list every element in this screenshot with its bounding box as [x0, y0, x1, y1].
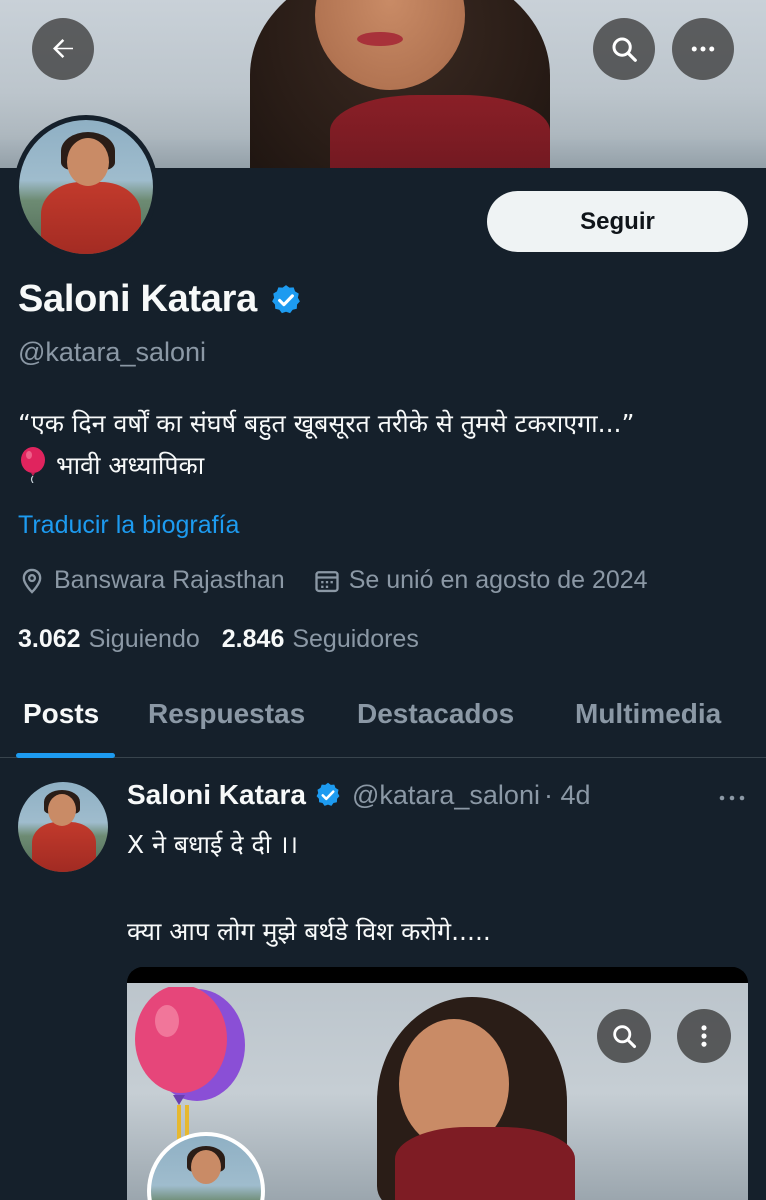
- bio-line-1: “एक दिन वर्षों का संघर्ष बहुत खूबसूरत तर…: [18, 409, 635, 438]
- following-label[interactable]: Siguiendo: [89, 625, 200, 654]
- location-text: Banswara Rajasthan: [54, 566, 285, 594]
- profile-avatar[interactable]: [14, 115, 158, 259]
- tab-multimedia[interactable]: Multimedia: [575, 698, 721, 730]
- post-media-image[interactable]: [127, 967, 748, 1200]
- post-more-button[interactable]: [716, 783, 748, 813]
- joined-text: Se unió en agosto de 2024: [348, 566, 648, 594]
- post-author-avatar[interactable]: [18, 782, 108, 872]
- media-search-button: [597, 1009, 651, 1063]
- avatar-body: [41, 182, 141, 254]
- post-avatar-face: [48, 794, 76, 826]
- more-icon: [691, 46, 715, 52]
- bio-line-2-row: भावी अध्यापिका: [18, 447, 204, 483]
- more-icon: [719, 795, 745, 801]
- profile-handle: @katara_saloni: [18, 337, 207, 367]
- balloon-icon: [21, 447, 45, 483]
- search-button[interactable]: [593, 18, 655, 80]
- more-options-button[interactable]: [672, 18, 734, 80]
- media-avatar-face: [191, 1150, 221, 1184]
- joined-item: Se unió en agosto de 2024: [313, 566, 648, 595]
- follow-counts: 3.062 Siguiendo 2.846 Seguidores: [18, 625, 441, 654]
- profile-name-row: Saloni Katara: [18, 278, 303, 321]
- tab-posts[interactable]: Posts: [23, 698, 99, 730]
- location-item: Banswara Rajasthan: [18, 566, 285, 595]
- search-icon: [612, 37, 637, 62]
- profile-name: Saloni Katara: [18, 278, 257, 320]
- media-more-button: [677, 1009, 731, 1063]
- post-time[interactable]: · 4d: [544, 780, 591, 811]
- active-tab-indicator: [16, 753, 115, 758]
- tab-destacados[interactable]: Destacados: [357, 698, 514, 730]
- search-icon: [613, 1025, 637, 1049]
- followers-count[interactable]: 2.846: [222, 625, 285, 654]
- followers-label[interactable]: Seguidores: [292, 625, 418, 654]
- avatar-face: [67, 138, 109, 186]
- verified-badge-icon[interactable]: [269, 283, 303, 317]
- post-item[interactable]: Saloni Katara @katara_saloni · 4d X ने ब…: [0, 759, 766, 1200]
- bio-line-2: भावी अध्यापिका: [56, 451, 205, 480]
- back-arrow-icon: [53, 39, 73, 58]
- media-avatar-photo: [151, 1136, 261, 1200]
- post-text-line-2: क्या आप लोग मुझे बर्थडे विश करोगे.....: [127, 917, 491, 946]
- back-button[interactable]: [32, 18, 94, 80]
- media-top: [395, 1127, 575, 1200]
- post-avatar-body: [32, 822, 96, 872]
- banner-top: [330, 95, 550, 168]
- banner-lips: [357, 32, 403, 46]
- more-icon: [701, 1025, 707, 1047]
- profile-meta: Banswara Rajasthan Se unió en agosto de …: [18, 566, 676, 595]
- calendar-icon: [315, 570, 339, 592]
- verified-badge-icon: [316, 782, 340, 806]
- tab-respuestas[interactable]: Respuestas: [148, 698, 305, 730]
- post-author-handle[interactable]: @katara_saloni: [352, 780, 540, 811]
- post-text-line-1: X ने बधाई दे दी ।।: [127, 830, 299, 859]
- location-icon: [22, 568, 42, 594]
- profile-tabs: Posts Respuestas Destacados Multimedia: [0, 680, 766, 758]
- avatar-photo: [19, 120, 153, 254]
- following-count[interactable]: 3.062: [18, 625, 81, 654]
- post-header: Saloni Katara @katara_saloni · 4d: [127, 779, 591, 811]
- follow-button[interactable]: Seguir: [487, 191, 748, 252]
- post-author-name[interactable]: Saloni Katara: [127, 779, 306, 811]
- translate-bio-link[interactable]: Traducir la biografía: [18, 511, 239, 540]
